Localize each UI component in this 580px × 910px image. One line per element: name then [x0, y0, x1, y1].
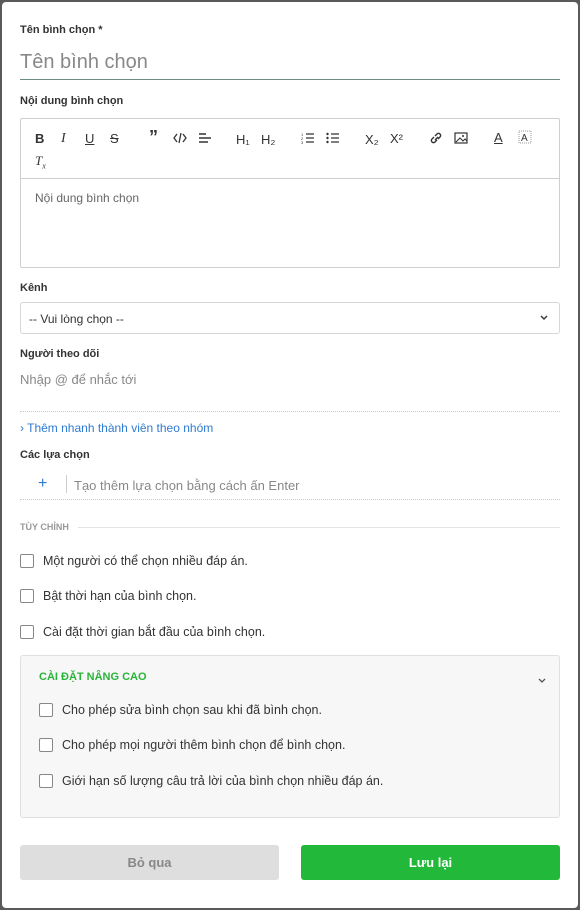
advanced-settings-title[interactable]: CÀI ĐẶT NÂNG CAO [39, 671, 147, 683]
option-label: Cho phép mọi người thêm bình chọn để bìn… [62, 738, 346, 752]
choice-input-row: + Tạo thêm lựa chọn bằng cách ấn Enter [20, 472, 560, 500]
checkbox[interactable] [20, 625, 34, 639]
rich-text-editor: B I U S ” H₁ H₂ 123 X₂ X² A A Tx Nội dun… [20, 118, 560, 268]
channel-select-value: -- Vui lòng chọn -- [29, 312, 124, 326]
cancel-button[interactable]: Bỏ qua [20, 845, 279, 880]
channel-label: Kênh [20, 282, 48, 294]
chevron-down-icon[interactable] [537, 672, 547, 690]
editor-toolbar: B I U S ” H₁ H₂ 123 X₂ X² A A Tx [21, 119, 559, 179]
checkbox[interactable] [39, 703, 53, 717]
poll-title-input[interactable] [20, 46, 560, 80]
checkbox[interactable] [20, 589, 34, 603]
image-icon[interactable] [454, 132, 468, 144]
divider [78, 527, 560, 528]
ordered-list-icon[interactable]: 123 [301, 132, 315, 144]
custom-section-heading: TÙY CHỈNH [20, 522, 560, 532]
save-button[interactable]: Lưu lại [301, 845, 560, 880]
italic-icon[interactable]: I [61, 131, 66, 147]
option-label: Cho phép sửa bình chọn sau khi đã bình c… [62, 703, 322, 717]
option-label: Giới hạn số lượng câu trả lời của bình c… [62, 774, 384, 788]
quick-add-members-link[interactable]: › Thêm nhanh thành viên theo nhóm [20, 421, 213, 435]
add-choice-button[interactable]: + [38, 475, 47, 493]
checkbox[interactable] [39, 738, 53, 752]
checkbox[interactable] [39, 774, 53, 788]
option-label: Cài đặt thời gian bắt đầu của bình chọn. [43, 625, 266, 639]
choices-label: Các lựa chọn [20, 449, 90, 461]
underline-icon[interactable]: U [85, 131, 94, 147]
content-label: Nội dung bình chọn [20, 95, 124, 107]
svg-text:A: A [521, 133, 528, 144]
heading-2-icon[interactable]: H₂ [261, 132, 275, 148]
background-color-icon[interactable]: A [518, 130, 532, 144]
editor-content[interactable]: Nội dung bình chọn [21, 179, 559, 217]
option-label: Bật thời hạn của bình chọn. [43, 589, 197, 603]
code-icon[interactable] [173, 132, 187, 144]
followers-placeholder: Nhập @ để nhắc tới [20, 372, 137, 387]
superscript-icon[interactable]: X² [390, 131, 403, 147]
poll-modal: Tên bình chọn * Nội dung bình chọn B I U… [2, 2, 578, 908]
followers-label: Người theo dõi [20, 348, 100, 360]
choice-input[interactable]: Tạo thêm lựa chọn bằng cách ấn Enter [74, 478, 300, 493]
link-icon[interactable] [429, 132, 443, 144]
bullet-list-icon[interactable] [326, 132, 340, 144]
subscript-icon[interactable]: X₂ [365, 132, 379, 148]
svg-text:3: 3 [301, 140, 304, 144]
option-label: Một người có thể chọn nhiều đáp án. [43, 554, 248, 568]
font-color-icon[interactable]: A [494, 130, 503, 146]
heading-1-icon[interactable]: H₁ [236, 132, 250, 148]
advanced-settings-panel: CÀI ĐẶT NÂNG CAO Cho phép sửa bình chọn … [20, 655, 560, 818]
checkbox[interactable] [20, 554, 34, 568]
followers-input[interactable]: Nhập @ để nhắc tới [20, 368, 560, 412]
blockquote-icon[interactable]: ” [149, 128, 158, 146]
title-label: Tên bình chọn * [20, 24, 103, 36]
chevron-down-icon [539, 311, 549, 325]
clear-format-icon[interactable]: Tx [35, 153, 46, 175]
custom-heading-text: TÙY CHỈNH [20, 522, 69, 532]
align-left-icon[interactable] [198, 132, 212, 144]
strikethrough-icon[interactable]: S [110, 131, 119, 147]
bold-icon[interactable]: B [35, 131, 44, 147]
divider [66, 475, 67, 493]
channel-select[interactable]: -- Vui lòng chọn -- [20, 302, 560, 334]
